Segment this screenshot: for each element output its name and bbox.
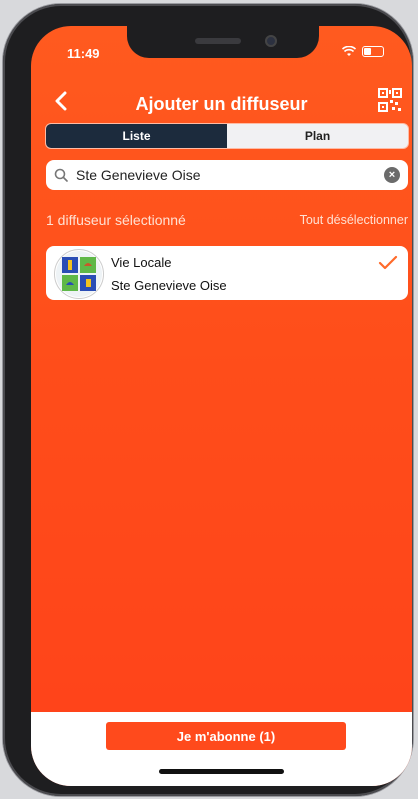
front-camera	[265, 35, 277, 47]
checkmark-icon	[378, 254, 398, 277]
wifi-icon	[342, 46, 356, 56]
subscribe-button[interactable]: Je m'abonne (1)	[106, 722, 346, 750]
search-bar: ×	[46, 160, 408, 190]
status-time: 11:49	[67, 46, 100, 61]
home-indicator	[159, 769, 284, 774]
tab-plan[interactable]: Plan	[227, 124, 408, 148]
broadcaster-name: Vie Locale	[111, 255, 172, 270]
bottom-bar: Je m'abonne (1)	[31, 712, 412, 786]
broadcaster-location: Ste Genevieve Oise	[111, 278, 227, 293]
qr-code-icon	[378, 88, 402, 112]
search-icon	[54, 168, 68, 182]
status-icons	[342, 46, 384, 57]
page-title: Ajouter un diffuseur	[135, 94, 308, 114]
coat-of-arms-icon	[56, 251, 102, 297]
search-input[interactable]	[74, 166, 384, 184]
broadcaster-logo	[54, 249, 104, 299]
selected-count: 1 diffuseur sélectionné	[46, 212, 186, 228]
deselect-all-link[interactable]: Tout désélectionner	[300, 213, 408, 227]
speaker	[195, 38, 241, 44]
phone-frame: 11:49 Ajouter un diffuseur Liste Plan St…	[3, 4, 413, 796]
battery-icon	[362, 46, 384, 57]
app-screen: 11:49 Ajouter un diffuseur Liste Plan St…	[31, 26, 412, 786]
broadcaster-list-item[interactable]: Vie Locale Ste Genevieve Oise	[46, 246, 408, 300]
qr-code-button[interactable]	[378, 88, 402, 112]
view-segmented-control: Liste Plan	[46, 124, 408, 148]
tab-liste[interactable]: Liste	[46, 124, 227, 148]
clear-search-icon[interactable]: ×	[384, 167, 400, 183]
notch	[127, 26, 319, 58]
